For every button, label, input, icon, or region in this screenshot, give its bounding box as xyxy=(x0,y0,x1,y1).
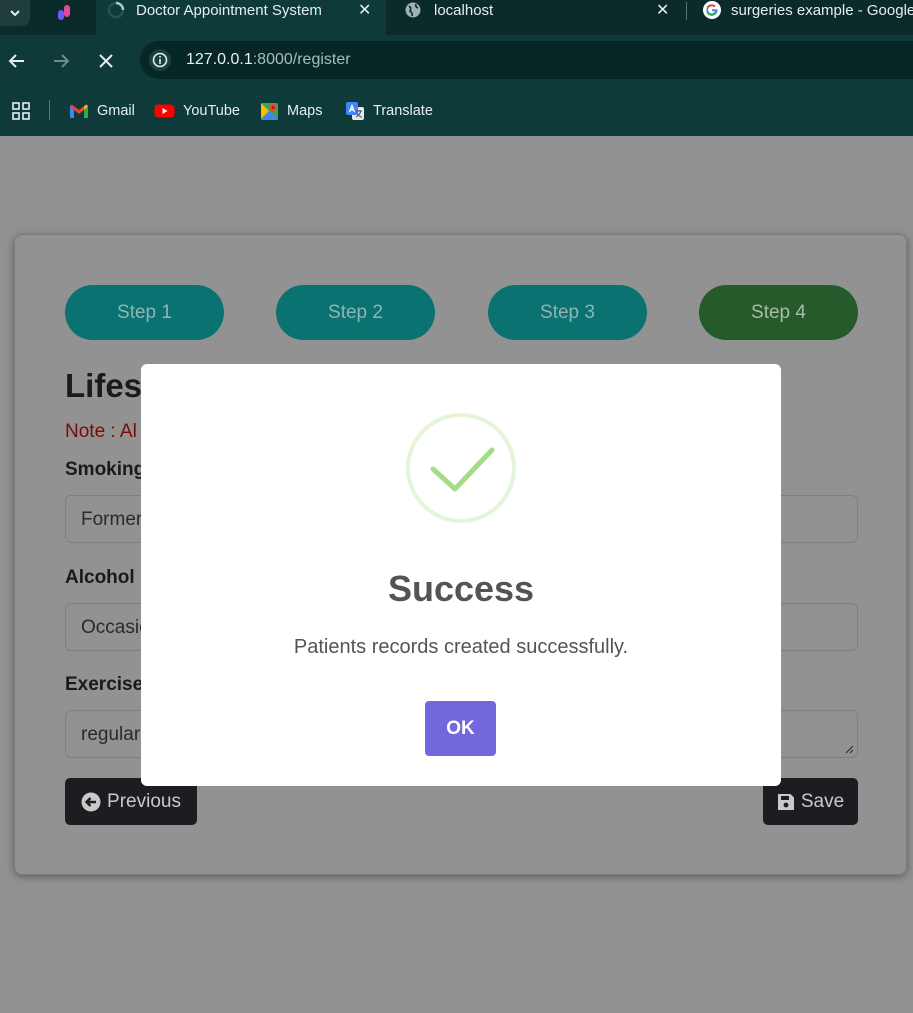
pinned-tab[interactable] xyxy=(44,0,84,26)
apps-grid-icon xyxy=(12,102,30,120)
form-note: Note : Al xyxy=(65,421,137,442)
tab-title: localhost xyxy=(434,2,494,19)
step-4-button[interactable]: Step 4 xyxy=(699,285,858,340)
tab-search-button[interactable] xyxy=(0,0,30,26)
tab-google-search[interactable]: surgeries example - Google xyxy=(702,0,913,26)
stop-loading-button[interactable] xyxy=(95,50,117,72)
tab-divider xyxy=(686,2,687,20)
bookmarks-bar: Gmail YouTube Maps Translate xyxy=(0,85,913,136)
close-icon xyxy=(99,54,113,68)
step-2-button[interactable]: Step 2 xyxy=(276,285,435,340)
url-text: 127.0.0.1:8000/register xyxy=(186,51,351,69)
bookmark-label: Gmail xyxy=(97,103,135,119)
bookmark-label: YouTube xyxy=(183,103,240,119)
tab-doctor-appointment[interactable]: Doctor Appointment System ✕ xyxy=(96,0,386,35)
dialog-message: Patients records created successfully. xyxy=(293,636,629,658)
close-tab-button[interactable]: ✕ xyxy=(358,0,371,20)
translate-icon xyxy=(346,102,364,120)
success-dialog: Success Patients records created success… xyxy=(141,364,781,786)
alcohol-value: Occasio xyxy=(81,617,150,638)
loading-spinner-icon xyxy=(107,1,125,19)
maps-icon xyxy=(261,102,278,120)
arrow-circle-left-icon xyxy=(81,792,101,811)
bookmark-gmail[interactable]: Gmail xyxy=(69,100,135,122)
save-label: Save xyxy=(800,790,845,812)
google-icon xyxy=(703,1,721,19)
step-1-button[interactable]: Step 1 xyxy=(65,285,224,340)
arrow-left-icon xyxy=(8,54,24,68)
resize-handle-icon[interactable] xyxy=(845,745,854,754)
chevron-down-icon xyxy=(10,10,20,17)
info-icon xyxy=(152,52,168,68)
bookmark-maps[interactable]: Maps xyxy=(260,100,322,122)
exercise-value: regular xyxy=(81,724,141,745)
url-path: :8000/register xyxy=(252,51,351,68)
tab-title: surgeries example - Google xyxy=(731,2,913,19)
bookmarks-divider xyxy=(49,100,50,120)
alcohol-label: Alcohol xyxy=(65,567,135,588)
url-host: 127.0.0.1 xyxy=(186,51,253,68)
previous-label: Previous xyxy=(107,790,181,812)
app-logo-icon xyxy=(58,5,70,20)
check-icon xyxy=(430,447,495,492)
tab-localhost[interactable]: localhost ✕ xyxy=(404,0,684,26)
toolbar: 127.0.0.1:8000/register xyxy=(0,35,913,85)
ok-button[interactable]: OK xyxy=(425,701,496,756)
globe-icon xyxy=(405,2,421,18)
arrow-right-icon xyxy=(54,54,70,68)
tab-title: Doctor Appointment System xyxy=(136,2,322,19)
dialog-title: Success xyxy=(387,568,535,609)
bookmark-label: Translate xyxy=(373,103,433,119)
exercise-label: Exercise xyxy=(65,674,144,695)
gmail-icon xyxy=(70,104,88,118)
smoking-value: Former xyxy=(81,509,143,530)
smoking-label: Smoking xyxy=(65,459,146,480)
site-info-button[interactable] xyxy=(149,49,171,71)
close-tab-button[interactable]: ✕ xyxy=(656,0,669,20)
forward-button[interactable] xyxy=(50,50,72,72)
address-bar[interactable]: 127.0.0.1:8000/register xyxy=(140,41,913,79)
youtube-icon xyxy=(154,104,175,118)
apps-button[interactable] xyxy=(11,100,31,122)
bookmark-youtube[interactable]: YouTube xyxy=(154,100,240,122)
bookmark-label: Maps xyxy=(287,103,323,119)
step-3-button[interactable]: Step 3 xyxy=(488,285,647,340)
section-heading: Lifest xyxy=(65,367,154,404)
back-button[interactable] xyxy=(6,50,28,72)
bookmark-translate[interactable]: Translate xyxy=(345,100,433,122)
tab-strip: Doctor Appointment System ✕ localhost ✕ … xyxy=(0,0,913,35)
save-icon xyxy=(777,793,794,810)
